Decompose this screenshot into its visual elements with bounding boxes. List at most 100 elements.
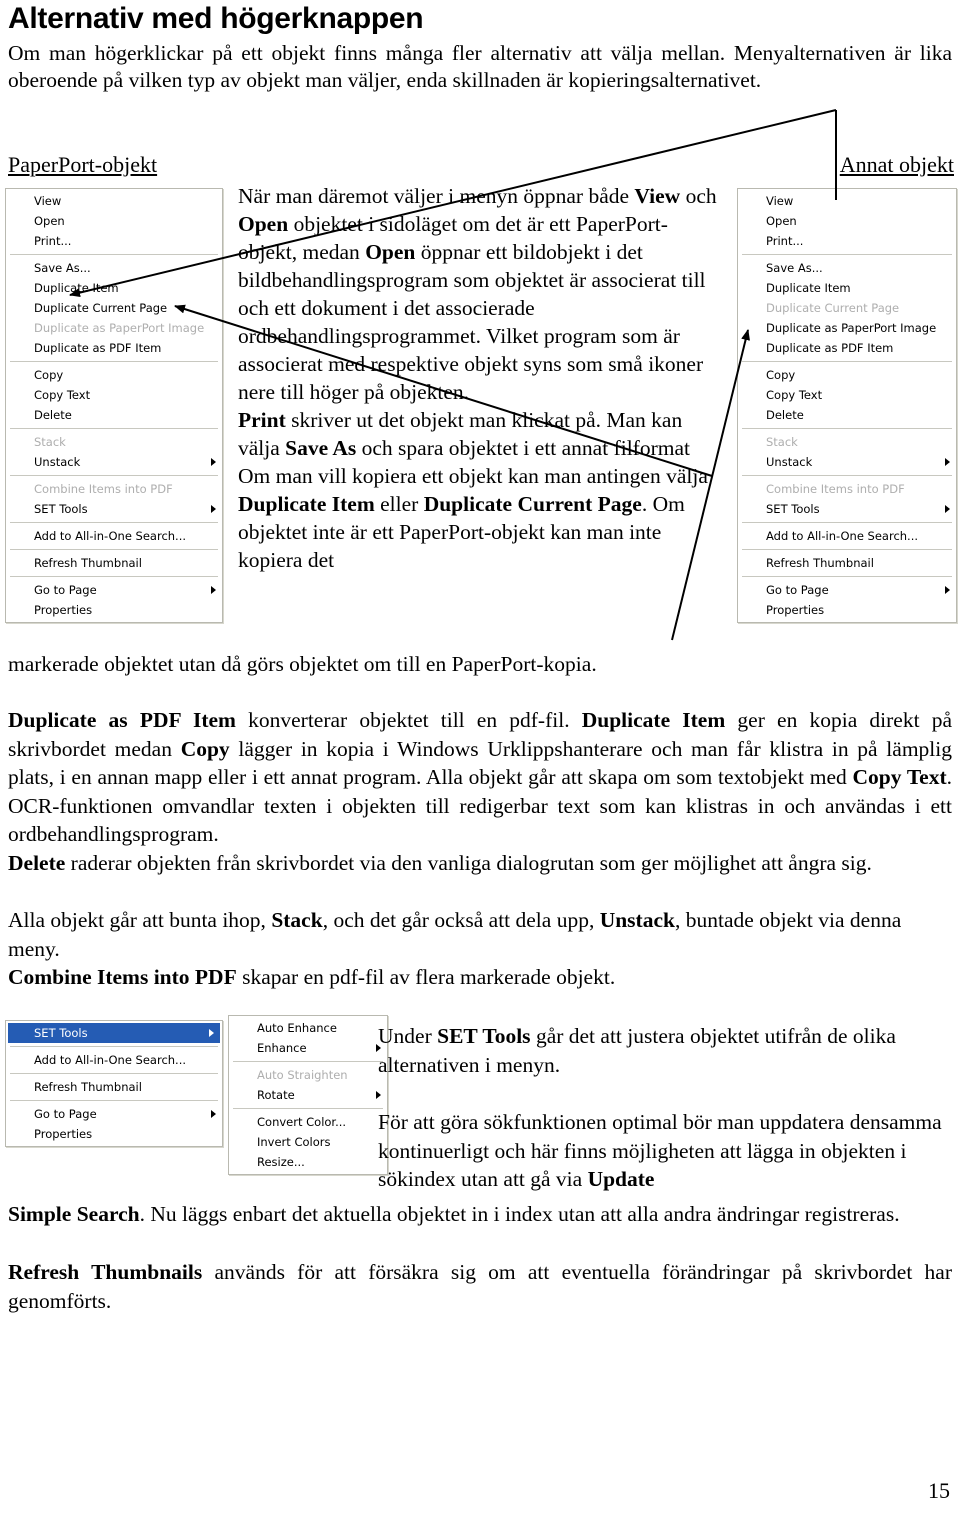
menu-item-refresh-thumbnail[interactable]: Refresh Thumbnail xyxy=(6,1077,222,1097)
menu-item-duplicate-as-pdf-item[interactable]: Duplicate as PDF Item xyxy=(6,338,222,358)
text-run: och spara objektet i ett annat filformat xyxy=(356,436,690,460)
menu-item-duplicate-item[interactable]: Duplicate Item xyxy=(6,278,222,298)
menu-item-set-tools[interactable]: SET Tools xyxy=(6,499,222,519)
menu-item-go-to-page[interactable]: Go to Page xyxy=(6,580,222,600)
menu-item-copy[interactable]: Copy xyxy=(6,365,222,385)
paragraph: Delete raderar objekten från skrivbordet… xyxy=(8,849,952,878)
paragraph: Alla objekt går att bunta ihop, Stack, o… xyxy=(8,906,952,963)
menu-separator xyxy=(10,1046,218,1047)
term-duplicate-as-pdf-item: Duplicate as PDF Item xyxy=(8,708,236,732)
term-stack: Stack xyxy=(271,908,323,932)
menu-item-duplicate-as-paperport-image[interactable]: Duplicate as PaperPort Image xyxy=(738,318,956,338)
menu-item-invert-colors[interactable]: Invert Colors xyxy=(229,1132,387,1152)
intro-paragraph: Om man högerklickar på ett objekt finns … xyxy=(8,41,952,92)
menu-item-label: Print... xyxy=(766,234,804,248)
menu-item-properties[interactable]: Properties xyxy=(6,600,222,620)
body-paragraph-1: Duplicate as PDF Item konverterar objekt… xyxy=(8,706,952,849)
term-simple-search: Simple Search xyxy=(8,1202,140,1226)
bottom-paragraph-1: Simple Search. Nu läggs enbart det aktue… xyxy=(8,1200,952,1229)
menu-item-print[interactable]: Print... xyxy=(6,231,222,251)
submenu-set-tools[interactable]: Auto Enhance Enhance Auto Straighten Rotate… xyxy=(228,1015,388,1175)
menu-item-label: Save As... xyxy=(34,261,91,275)
menu-item-save-as[interactable]: Save As... xyxy=(6,258,222,278)
menu-item-refresh-thumbnail[interactable]: Refresh Thumbnail xyxy=(6,553,222,573)
menu-item-label: SET Tools xyxy=(766,502,820,516)
menu-item-open[interactable]: Open xyxy=(6,211,222,231)
menu-item-duplicate-as-paperport-image: Duplicate as PaperPort Image xyxy=(6,318,222,338)
menu-item-copy-text[interactable]: Copy Text xyxy=(6,385,222,405)
submenu-chevron-right-icon xyxy=(945,586,950,594)
menu-item-label: Auto Straighten xyxy=(257,1068,348,1082)
menu-item-label: Delete xyxy=(34,408,72,422)
term-refresh-thumbnails: Refresh Thumbnails xyxy=(8,1260,203,1284)
menu-item-label: Resize... xyxy=(257,1155,305,1169)
menu-item-label: Duplicate as PDF Item xyxy=(34,341,162,355)
menu-item-label: Combine Items into PDF xyxy=(34,482,173,496)
menu-item-duplicate-as-pdf-item[interactable]: Duplicate as PDF Item xyxy=(738,338,956,358)
menu-item-label: Save As... xyxy=(766,261,823,275)
menu-item-duplicate-current-page[interactable]: Duplicate Current Page xyxy=(6,298,222,318)
menu-item-label: Add to All-in-One Search... xyxy=(34,1053,187,1067)
menu-item-open[interactable]: Open xyxy=(738,211,956,231)
menu-item-enhance[interactable]: Enhance xyxy=(229,1038,387,1058)
term-view: View xyxy=(634,184,681,208)
menu-item-view[interactable]: View xyxy=(6,191,222,211)
menu-separator xyxy=(10,254,218,255)
menu-item-resize[interactable]: Resize... xyxy=(229,1152,387,1172)
menu-item-unstack[interactable]: Unstack xyxy=(738,452,956,472)
menu-item-copy-text[interactable]: Copy Text xyxy=(738,385,956,405)
menu-item-label: Copy xyxy=(34,368,64,382)
menu-item-label: Duplicate Current Page xyxy=(34,301,168,315)
menu-item-label: Copy Text xyxy=(766,388,823,402)
menu-item-stack: Stack xyxy=(6,432,222,452)
menu-item-unstack[interactable]: Unstack xyxy=(6,452,222,472)
menu-item-set-tools[interactable]: SET Tools xyxy=(738,499,956,519)
right-column-paragraph-1: Under SET Tools går det att justera obje… xyxy=(378,1022,952,1079)
context-menu-paperport-objekt[interactable]: View Open Print... Save As... Duplicate Item… xyxy=(5,188,223,623)
menu-item-label: Stack xyxy=(34,435,66,449)
menu-item-go-to-page[interactable]: Go to Page xyxy=(738,580,956,600)
term-copy-text: Copy Text xyxy=(852,765,947,789)
menu-item-label: Refresh Thumbnail xyxy=(34,556,142,570)
menu-item-auto-straighten: Auto Straighten xyxy=(229,1065,387,1085)
menu-item-label: Open xyxy=(34,214,65,228)
context-menu-annat-objekt[interactable]: View Open Print... Save As... Duplicate Item… xyxy=(737,188,957,623)
menu-separator xyxy=(742,475,952,476)
menu-item-duplicate-current-page: Duplicate Current Page xyxy=(738,298,956,318)
menu-item-save-as[interactable]: Save As... xyxy=(738,258,956,278)
menu-item-rotate[interactable]: Rotate xyxy=(229,1085,387,1105)
menu-item-properties[interactable]: Properties xyxy=(6,1124,222,1144)
menu-item-print[interactable]: Print... xyxy=(738,231,956,251)
menu-item-duplicate-item[interactable]: Duplicate Item xyxy=(738,278,956,298)
menu-item-add-to-all-in-one-search[interactable]: Add to All-in-One Search... xyxy=(6,1050,222,1070)
menu-item-auto-enhance[interactable]: Auto Enhance xyxy=(229,1018,387,1038)
text-run: Under xyxy=(378,1024,438,1048)
menu-item-label: Refresh Thumbnail xyxy=(34,1080,142,1094)
context-menu-set-tools-parent[interactable]: SET Tools Add to All-in-One Search... Refr… xyxy=(5,1020,223,1147)
menu-item-label: Duplicate Item xyxy=(766,281,851,295)
menu-item-delete[interactable]: Delete xyxy=(738,405,956,425)
term-print: Print xyxy=(238,408,286,432)
right-column-paragraph-2: För att göra sökfunktionen optimal bör m… xyxy=(378,1108,952,1194)
menu-item-go-to-page[interactable]: Go to Page xyxy=(6,1104,222,1124)
menu-separator xyxy=(10,576,218,577)
menu-item-label: Stack xyxy=(766,435,798,449)
menu-item-label: Copy xyxy=(766,368,796,382)
menu-item-view[interactable]: View xyxy=(738,191,956,211)
text-run: , och det går också att dela upp, xyxy=(322,908,600,932)
menu-item-properties[interactable]: Properties xyxy=(738,600,956,620)
menu-item-label: Unstack xyxy=(34,455,81,469)
menu-item-label: Print... xyxy=(34,234,72,248)
menu-item-delete[interactable]: Delete xyxy=(6,405,222,425)
text-run: konverterar objektet till en pdf-fil. xyxy=(235,708,582,732)
menu-separator xyxy=(742,576,952,577)
figure-label-annat-objekt: Annat objekt xyxy=(839,152,954,177)
menu-item-stack: Stack xyxy=(738,432,956,452)
menu-item-copy[interactable]: Copy xyxy=(738,365,956,385)
menu-item-set-tools[interactable]: SET Tools xyxy=(8,1023,220,1043)
menu-item-refresh-thumbnail[interactable]: Refresh Thumbnail xyxy=(738,553,956,573)
menu-item-add-to-all-in-one-search[interactable]: Add to All-in-One Search... xyxy=(6,526,222,546)
menu-item-add-to-all-in-one-search[interactable]: Add to All-in-One Search... xyxy=(738,526,956,546)
menu-item-convert-color[interactable]: Convert Color... xyxy=(229,1112,387,1132)
menu-item-label: Delete xyxy=(766,408,804,422)
